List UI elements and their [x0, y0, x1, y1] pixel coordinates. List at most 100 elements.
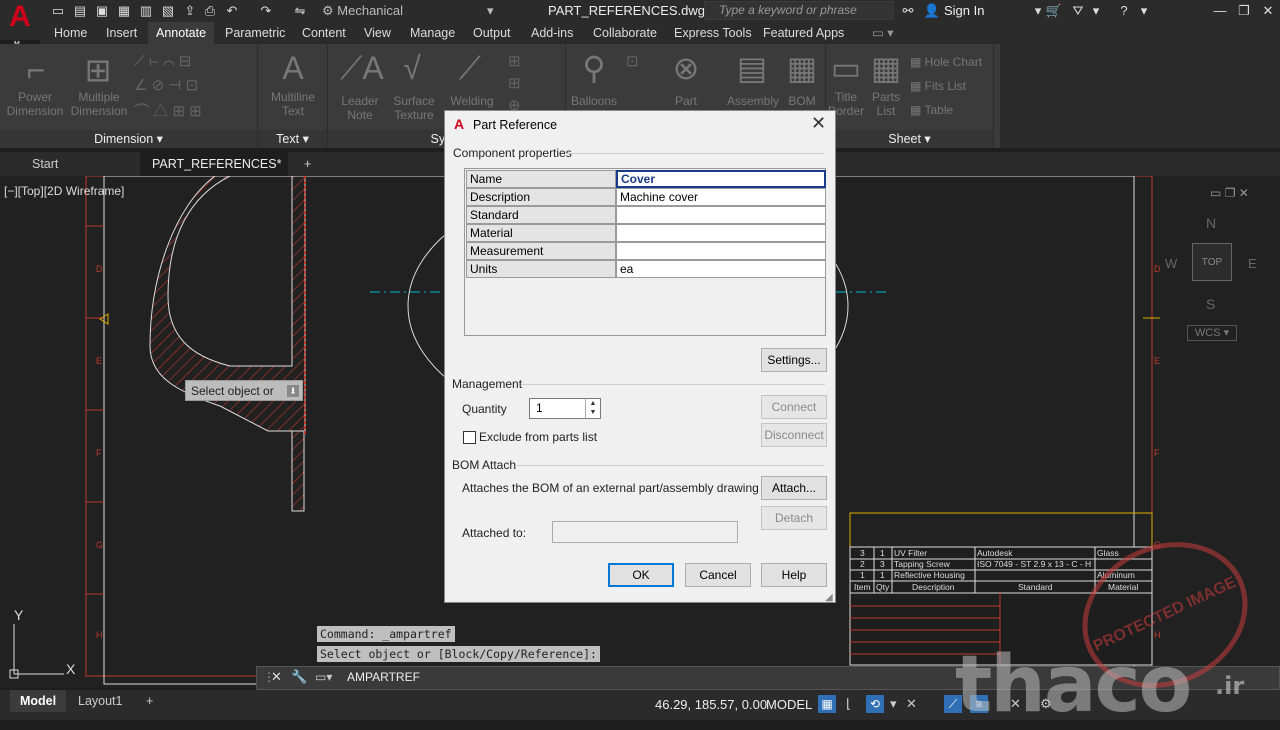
add-layout-icon[interactable]: + — [136, 690, 163, 712]
export-icon[interactable]: ⇪ — [180, 2, 200, 19]
new-icon[interactable]: ▭ — [48, 2, 68, 19]
redo-icon[interactable]: ↷ — [256, 2, 276, 19]
binoculars-icon[interactable]: ⚯ — [898, 2, 918, 19]
feature-icon[interactable]: ⊞ — [508, 74, 521, 92]
viewcube-west[interactable]: W — [1165, 256, 1177, 271]
settings-button[interactable]: Settings... — [761, 348, 827, 372]
panel-sheet-title[interactable]: Sheet ▾ — [826, 130, 993, 148]
name-field[interactable]: Cover — [616, 170, 826, 188]
app-logo[interactable]: AM — [0, 0, 40, 48]
viewcube-north[interactable]: N — [1206, 215, 1216, 231]
polar-icon[interactable]: ⟲ — [866, 695, 884, 713]
balloon-tool-icon[interactable]: ⊡ — [626, 52, 639, 70]
close-icon[interactable]: ✕ — [1258, 2, 1278, 19]
grid-icon[interactable]: ▦ — [818, 695, 836, 713]
a360-dropdown-icon[interactable]: ▾ — [1086, 2, 1106, 19]
a360-icon[interactable]: ⛛ — [1068, 2, 1088, 19]
panel-text-title[interactable]: Text ▾ — [258, 130, 327, 148]
ribbon-toggle-icon[interactable]: ▭ ▾ — [864, 22, 902, 44]
restore-icon[interactable]: ❐ — [1234, 2, 1254, 19]
open-icon[interactable]: ▤ — [70, 2, 90, 19]
close-command-icon[interactable]: ✕ — [271, 669, 282, 685]
standard-field[interactable] — [616, 206, 826, 224]
attach-button[interactable]: Attach... — [761, 476, 827, 500]
workspace-dropdown[interactable]: ⚙ Mechanical ▾ — [322, 2, 502, 19]
open-web-icon[interactable]: ▥ — [136, 2, 156, 19]
tab-content[interactable]: Content — [294, 22, 354, 44]
material-field[interactable] — [616, 224, 826, 242]
osnap-dropdown-icon[interactable]: ▾ — [890, 696, 897, 712]
user-icon[interactable]: 👤 — [922, 2, 942, 19]
leader-note-button[interactable]: Leader Note — [332, 94, 388, 122]
tab-layout1[interactable]: Layout1 — [68, 690, 132, 712]
help-icon[interactable]: ? — [1114, 2, 1134, 19]
wcs-dropdown[interactable]: WCS ▾ — [1187, 325, 1237, 341]
multiline-text-button[interactable]: Multiline Text — [258, 90, 328, 118]
multiple-dimension-button[interactable]: Multiple Dimension — [64, 90, 134, 118]
power-dimension-button[interactable]: Power Dimension — [0, 90, 70, 118]
quantity-spin-icon[interactable]: ▲ ▼ — [585, 399, 600, 418]
tab-annotate[interactable]: Annotate — [148, 22, 215, 44]
undo-icon[interactable]: ↶ — [222, 2, 242, 19]
save-icon[interactable]: ▣ — [92, 2, 112, 19]
tooltip-arrow-icon[interactable]: ⬇ — [287, 385, 299, 397]
datum-icon[interactable]: ⊞ — [508, 52, 521, 70]
help-button[interactable]: Help — [761, 563, 827, 587]
tab-express-tools[interactable]: Express Tools — [666, 22, 760, 44]
units-field[interactable]: ea — [616, 260, 826, 278]
recent-commands-icon[interactable]: ▭▾ — [315, 670, 332, 684]
angular-dim-icon[interactable]: ∠ ⊘ ⊣ ⊡ — [134, 76, 198, 94]
tab-view[interactable]: View — [356, 22, 399, 44]
welding-button[interactable]: Welding — [442, 94, 502, 108]
tab-insert[interactable]: Insert — [98, 22, 145, 44]
parts-list-button[interactable]: Parts List — [866, 90, 906, 118]
part-reference-button[interactable]: Part — [662, 94, 710, 108]
customize-icon[interactable]: 🔧 — [291, 669, 307, 685]
viewcube-south[interactable]: S — [1206, 296, 1215, 312]
hole-chart-button[interactable]: ▦ Hole Chart — [910, 55, 982, 69]
viewcube-east[interactable]: E — [1248, 256, 1257, 271]
bom-button[interactable]: BOM — [782, 94, 822, 108]
new-tab-icon[interactable]: + — [292, 152, 323, 176]
exclude-checkbox[interactable] — [463, 431, 476, 444]
fits-list-button[interactable]: ▦ Fits List — [910, 79, 966, 93]
ok-button[interactable]: OK — [608, 563, 674, 587]
tab-collaborate[interactable]: Collaborate — [585, 22, 665, 44]
search-input[interactable]: Type a keyword or phrase — [704, 1, 894, 20]
viewport-label[interactable]: [−][Top][2D Wireframe] — [4, 184, 124, 198]
dialog-close-icon[interactable]: ✕ — [811, 113, 826, 134]
disconnect-button[interactable]: Disconnect — [761, 423, 827, 447]
panel-dimension-title[interactable]: Dimension ▾ — [0, 130, 257, 148]
connect-button[interactable]: Connect — [761, 395, 827, 419]
viewport-restore-icon[interactable]: ❐ — [1225, 186, 1236, 200]
workspace-icon[interactable]: ⇋ — [290, 2, 310, 19]
resize-grip-icon[interactable]: ◢ — [825, 592, 833, 603]
command-input[interactable]: AMPARTREF — [347, 670, 420, 684]
balloons-button[interactable]: Balloons — [566, 94, 622, 108]
detach-button[interactable]: Detach — [761, 506, 827, 530]
tab-featured-apps[interactable]: Featured Apps — [755, 22, 852, 44]
tab-output[interactable]: Output — [465, 22, 519, 44]
cart-icon[interactable]: 🛒 — [1044, 2, 1064, 19]
minimize-icon[interactable]: — — [1210, 2, 1230, 19]
tab-home[interactable]: Home — [46, 22, 95, 44]
save-web-icon[interactable]: ▧ — [158, 2, 178, 19]
cancel-button[interactable]: Cancel — [685, 563, 751, 587]
viewport-minimize-icon[interactable]: ▭ — [1210, 186, 1221, 200]
tab-start[interactable]: Start — [20, 152, 70, 176]
tab-parametric[interactable]: Parametric — [217, 22, 293, 44]
viewcube-top[interactable]: TOP — [1192, 243, 1232, 281]
table-button[interactable]: ▦ Table — [910, 103, 953, 117]
tab-add-ins[interactable]: Add-ins — [523, 22, 581, 44]
otrack-icon[interactable]: ✕ — [906, 696, 917, 712]
plot-icon[interactable]: ⎙ — [200, 2, 220, 19]
tab-model[interactable]: Model — [10, 690, 67, 712]
linear-dim-icon[interactable]: ⟋ ⊢ ⌒ ⊟ — [134, 52, 191, 70]
help-dropdown-icon[interactable]: ▾ — [1134, 2, 1154, 19]
measurement-field[interactable] — [616, 242, 826, 260]
model-space-button[interactable]: MODEL — [766, 697, 812, 712]
sign-in-button[interactable]: Sign In — [944, 2, 984, 19]
description-field[interactable]: Machine cover — [616, 188, 826, 206]
save-as-icon[interactable]: ▦ — [114, 2, 134, 19]
assembly-button[interactable]: Assembly — [724, 94, 782, 108]
